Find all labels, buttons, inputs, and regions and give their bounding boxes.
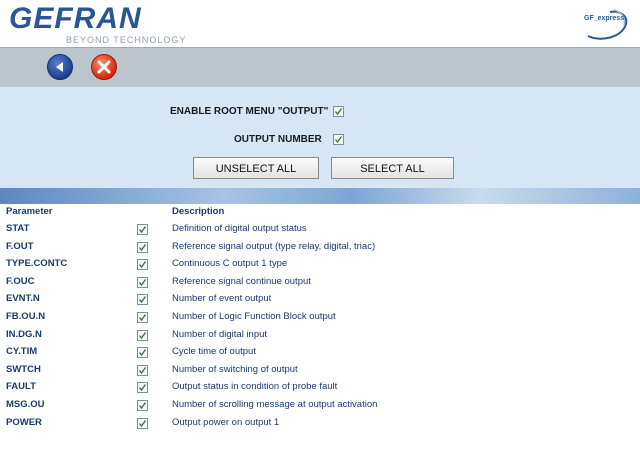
- parameter-description: Number of scrolling message at output ac…: [172, 399, 378, 410]
- enable-root-menu-label: ENABLE ROOT MENU "OUTPUT": [170, 106, 329, 117]
- column-header-parameter: Parameter: [6, 206, 53, 217]
- parameter-description: Number of Logic Function Block output: [172, 311, 336, 322]
- checkmark-icon: [138, 332, 147, 340]
- parameter-name: IN.DG.N: [6, 329, 42, 340]
- parameter-description: Continuous C output 1 type: [172, 258, 288, 269]
- parameter-name: STAT: [6, 223, 30, 234]
- parameter-checkbox[interactable]: [137, 259, 148, 270]
- parameter-checkbox[interactable]: [137, 277, 148, 288]
- checkmark-icon: [138, 279, 147, 287]
- parameter-name: FAULT: [6, 381, 36, 392]
- parameter-checkbox[interactable]: [137, 365, 148, 376]
- parameter-description: Output status in condition of probe faul…: [172, 381, 338, 392]
- enable-root-menu-checkbox[interactable]: [333, 106, 344, 117]
- parameter-description: Reference signal continue output: [172, 276, 311, 287]
- parameter-description: Number of event output: [172, 293, 272, 304]
- parameter-description: Reference signal output (type relay, dig…: [172, 241, 376, 252]
- checkmark-icon: [138, 402, 147, 410]
- checkmark-icon: [334, 136, 343, 144]
- parameter-name: EVNT.N: [6, 293, 40, 304]
- checkmark-icon: [138, 296, 147, 304]
- parameter-description: Definition of digital output status: [172, 223, 307, 234]
- checkmark-icon: [138, 367, 147, 375]
- toolbar: [0, 47, 640, 88]
- close-button[interactable]: [91, 54, 117, 80]
- parameter-name: SWTCH: [6, 364, 41, 375]
- parameter-description: Cycle time of output: [172, 346, 256, 357]
- parameter-name: CY.TIM: [6, 346, 38, 357]
- parameter-checkbox[interactable]: [137, 382, 148, 393]
- checkmark-icon: [334, 108, 343, 116]
- select-all-button[interactable]: SELECT ALL: [331, 157, 454, 179]
- parameter-checkbox[interactable]: [137, 312, 148, 323]
- parameter-description: Number of switching of output: [172, 364, 298, 375]
- parameter-name: FB.OU.N: [6, 311, 46, 322]
- checkmark-icon: [138, 420, 147, 428]
- parameter-name: POWER: [6, 417, 42, 428]
- parameter-checkbox[interactable]: [137, 294, 148, 305]
- checkmark-icon: [138, 349, 147, 357]
- app-header: GEFRAN BEYOND TECHNOLOGY GF_express: [0, 0, 640, 47]
- close-icon: [97, 60, 111, 74]
- parameter-checkbox[interactable]: [137, 400, 148, 411]
- parameter-description: Number of digital input: [172, 329, 268, 340]
- checkmark-icon: [138, 244, 147, 252]
- parameter-name: TYPE.CONTC: [6, 258, 68, 269]
- gefran-logo: GEFRAN: [9, 2, 142, 35]
- checkmark-icon: [138, 261, 147, 269]
- checkmark-icon: [138, 314, 147, 322]
- gf-express-logo-icon: [587, 9, 628, 40]
- parameter-checkbox[interactable]: [137, 224, 148, 235]
- decorative-stripe: [0, 188, 640, 204]
- output-number-label: OUTPUT NUMBER: [234, 134, 322, 145]
- checkmark-icon: [138, 384, 147, 392]
- parameter-checkbox[interactable]: [137, 330, 148, 341]
- parameter-name: MSG.OU: [6, 399, 45, 410]
- checkmark-icon: [138, 226, 147, 234]
- parameter-checkbox[interactable]: [137, 242, 148, 253]
- output-number-checkbox[interactable]: [333, 134, 344, 145]
- parameter-checkbox[interactable]: [137, 418, 148, 429]
- parameter-description: Output power on output 1: [172, 417, 280, 428]
- gf-express-logo-text: GF_express: [584, 15, 625, 22]
- unselect-all-button[interactable]: UNSELECT ALL: [193, 157, 319, 179]
- back-button[interactable]: [47, 54, 73, 80]
- parameter-name: F.OUC: [6, 276, 35, 287]
- parameter-name: F.OUT: [6, 241, 34, 252]
- logo-tagline: BEYOND TECHNOLOGY: [66, 35, 187, 45]
- parameter-checkbox[interactable]: [137, 347, 148, 358]
- back-arrow-icon: [56, 62, 63, 72]
- column-header-description: Description: [172, 206, 225, 217]
